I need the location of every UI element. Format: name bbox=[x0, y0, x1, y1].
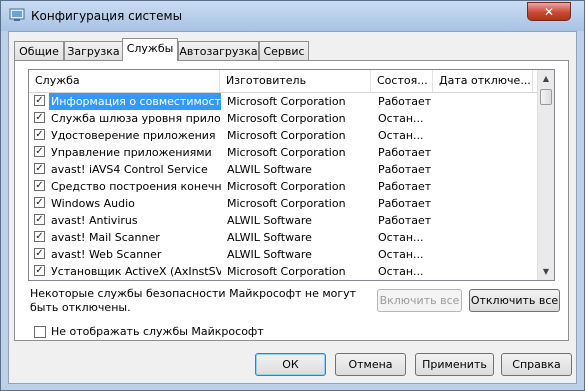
dialog-client-area: Общие Загрузка Службы Автозагрузка Серви… bbox=[8, 31, 577, 384]
services-list[interactable]: Служба Изготовитель Состоя... Дата отклю… bbox=[28, 69, 555, 281]
disable-all-button[interactable]: Отключить все bbox=[469, 289, 560, 312]
service-row[interactable]: ✓ avast! Antivirus ALWIL Software Работает bbox=[29, 212, 537, 229]
title-bar[interactable]: Конфигурация системы ✕ bbox=[1, 1, 584, 31]
service-row[interactable]: ✓ Удостоверение приложения Microsoft Corpo… bbox=[29, 127, 537, 144]
service-row[interactable]: ✓ avast! Mail Scanner ALWIL Software Остан.… bbox=[29, 229, 537, 246]
service-status: Работает bbox=[378, 95, 432, 108]
service-name: Средство построения конечн... bbox=[51, 180, 221, 193]
service-status: Работает bbox=[378, 146, 432, 159]
check-icon: ✓ bbox=[35, 95, 44, 106]
window-title: Конфигурация системы bbox=[31, 9, 183, 23]
service-checkbox[interactable]: ✓ bbox=[34, 248, 45, 259]
apply-button[interactable]: Применить bbox=[415, 353, 494, 376]
service-name: Управление приложениями bbox=[51, 146, 212, 159]
column-status[interactable]: Состоя... bbox=[371, 70, 433, 92]
check-icon: ✓ bbox=[35, 265, 44, 276]
column-manufacturer[interactable]: Изготовитель bbox=[220, 70, 371, 92]
hide-microsoft-services-checkbox[interactable] bbox=[34, 326, 46, 338]
service-row[interactable]: ✓ avast! iAVS4 Control Service ALWIL Softw… bbox=[29, 161, 537, 178]
service-row[interactable]: ✓ Служба шлюза уровня прилож... Microsoft … bbox=[29, 110, 537, 127]
tab-general[interactable]: Общие bbox=[14, 41, 64, 60]
close-icon: ✕ bbox=[543, 5, 555, 19]
service-name: Удостоверение приложения bbox=[51, 129, 216, 142]
services-panel: Служба Изготовитель Состоя... Дата отклю… bbox=[14, 60, 569, 341]
tab-boot[interactable]: Загрузка bbox=[64, 41, 123, 60]
service-manufacturer: ALWIL Software bbox=[227, 231, 312, 244]
check-icon: ✓ bbox=[35, 180, 44, 191]
service-checkbox[interactable]: ✓ bbox=[34, 146, 45, 157]
service-checkbox[interactable]: ✓ bbox=[34, 163, 45, 174]
enable-all-button[interactable]: Включить все bbox=[377, 289, 462, 312]
tab-services[interactable]: Службы bbox=[122, 38, 178, 61]
check-icon: ✓ bbox=[35, 248, 44, 259]
list-header: Служба Изготовитель Состоя... Дата отклю… bbox=[29, 70, 537, 93]
service-status: Работает bbox=[378, 214, 432, 227]
service-manufacturer: Microsoft Corporation bbox=[227, 95, 346, 108]
service-name: Установщик ActiveX (AxInstSV) bbox=[51, 265, 221, 278]
service-name: Информация о совместимости ... bbox=[49, 93, 221, 110]
service-checkbox[interactable]: ✓ bbox=[34, 112, 45, 123]
service-status: Остан... bbox=[378, 112, 424, 125]
ok-button[interactable]: ОК bbox=[255, 353, 326, 376]
service-status: Остан... bbox=[378, 129, 424, 142]
service-status: Остан... bbox=[378, 265, 424, 278]
service-checkbox[interactable]: ✓ bbox=[34, 231, 45, 242]
service-checkbox[interactable]: ✓ bbox=[34, 265, 45, 276]
service-manufacturer: Microsoft Corporation bbox=[227, 180, 346, 193]
vertical-scrollbar[interactable]: ▲ ▼ bbox=[537, 70, 554, 280]
service-name: Служба шлюза уровня прилож... bbox=[51, 112, 221, 125]
service-manufacturer: Microsoft Corporation bbox=[227, 112, 346, 125]
service-checkbox[interactable]: ✓ bbox=[34, 214, 45, 225]
service-manufacturer: ALWIL Software bbox=[227, 214, 312, 227]
service-manufacturer: ALWIL Software bbox=[227, 248, 312, 261]
check-icon: ✓ bbox=[35, 146, 44, 157]
check-icon: ✓ bbox=[35, 129, 44, 140]
service-checkbox[interactable]: ✓ bbox=[34, 197, 45, 208]
service-status: Работает bbox=[378, 197, 432, 210]
scroll-up-icon[interactable]: ▲ bbox=[538, 70, 554, 87]
service-manufacturer: Microsoft Corporation bbox=[227, 129, 346, 142]
service-row[interactable]: ✓ Информация о совместимости ... Microsoft… bbox=[29, 93, 537, 110]
service-row[interactable]: ✓ avast! Web Scanner ALWIL Software Остан..… bbox=[29, 246, 537, 263]
service-status: Остан... bbox=[378, 248, 424, 261]
service-name: avast! Web Scanner bbox=[51, 248, 162, 261]
column-date-disabled[interactable]: Дата отключе... bbox=[433, 70, 533, 92]
check-icon: ✓ bbox=[35, 231, 44, 242]
service-name: avast! Antivirus bbox=[51, 214, 138, 227]
service-checkbox[interactable]: ✓ bbox=[34, 180, 45, 191]
service-row[interactable]: ✓ Средство построения конечн... Microsoft … bbox=[29, 178, 537, 195]
service-manufacturer: Microsoft Corporation bbox=[227, 197, 346, 210]
tab-startup[interactable]: Автозагрузка bbox=[178, 41, 259, 60]
service-manufacturer: ALWIL Software bbox=[227, 163, 312, 176]
column-service[interactable]: Служба bbox=[29, 70, 220, 92]
check-icon: ✓ bbox=[35, 214, 44, 225]
service-name: Windows Audio bbox=[51, 197, 135, 210]
security-note: Некоторые службы безопасности Майкрософт… bbox=[30, 287, 357, 314]
service-manufacturer: Microsoft Corporation bbox=[227, 265, 346, 278]
service-name: avast! Mail Scanner bbox=[51, 231, 160, 244]
scroll-down-icon[interactable]: ▼ bbox=[538, 263, 554, 280]
scroll-thumb[interactable] bbox=[540, 89, 552, 105]
check-icon: ✓ bbox=[35, 163, 44, 174]
service-row[interactable]: ✓ Установщик ActiveX (AxInstSV) Microsoft … bbox=[29, 263, 537, 280]
service-checkbox[interactable]: ✓ bbox=[34, 129, 45, 140]
service-status: Работает bbox=[378, 163, 432, 176]
help-button[interactable]: Справка bbox=[501, 353, 572, 376]
msconfig-icon bbox=[9, 8, 25, 21]
check-icon: ✓ bbox=[35, 197, 44, 208]
cancel-button[interactable]: Отмена bbox=[335, 353, 406, 376]
close-button[interactable]: ✕ bbox=[527, 2, 571, 21]
service-name: avast! iAVS4 Control Service bbox=[51, 163, 208, 176]
service-checkbox[interactable]: ✓ bbox=[34, 95, 45, 106]
service-status: Остан... bbox=[378, 231, 424, 244]
check-icon: ✓ bbox=[35, 112, 44, 123]
service-status: Работает bbox=[378, 180, 432, 193]
hide-microsoft-services-label: Не отображать службы Майкрософт bbox=[51, 325, 264, 338]
service-manufacturer: Microsoft Corporation bbox=[227, 146, 346, 159]
service-row[interactable]: ✓ Windows Audio Microsoft Corporation Работ… bbox=[29, 195, 537, 212]
tab-tools[interactable]: Сервис bbox=[259, 41, 309, 60]
service-row[interactable]: ✓ Управление приложениями Microsoft Corpor… bbox=[29, 144, 537, 161]
system-configuration-window: Конфигурация системы ✕ Общие Загрузка Сл… bbox=[0, 0, 585, 391]
